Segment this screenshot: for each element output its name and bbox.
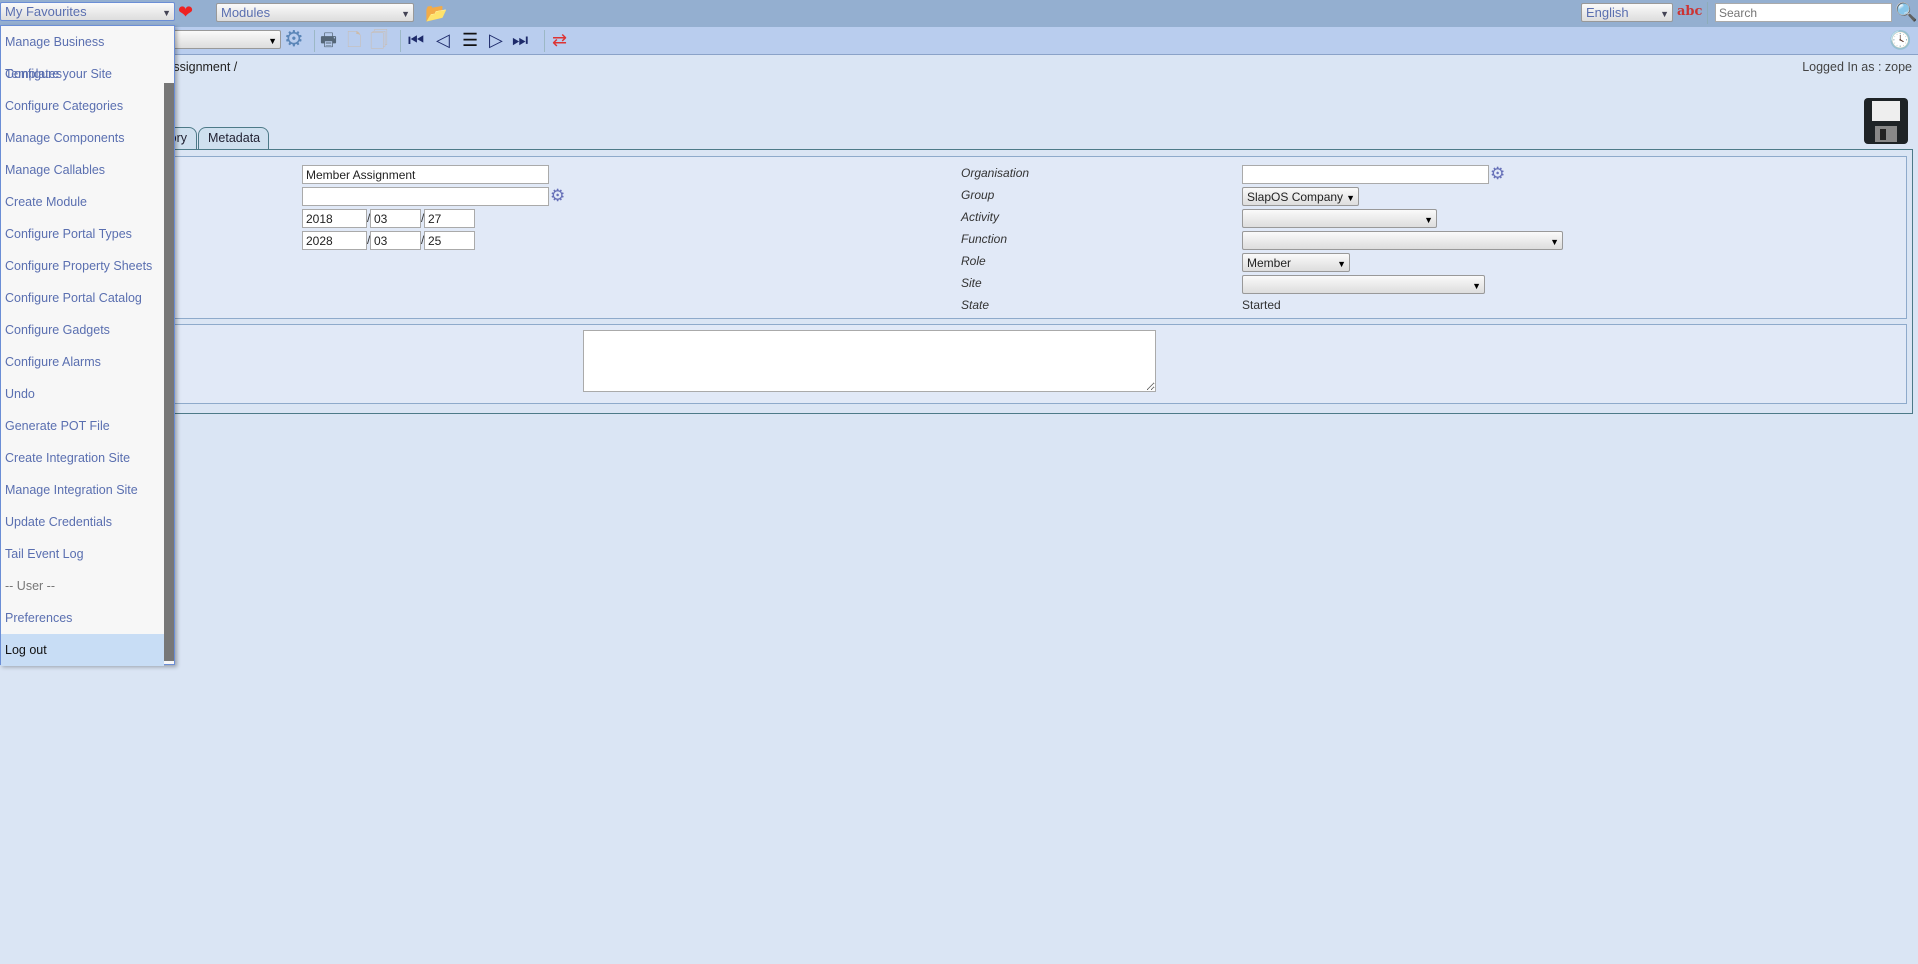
role-select[interactable]: Member <box>1242 253 1350 272</box>
modules-select[interactable]: Modules <box>216 3 414 22</box>
top-bar: Modules 📂 English abc 🔍 <box>0 0 1918 27</box>
first-icon[interactable]: ⏮ <box>408 30 424 50</box>
open-folder-icon[interactable]: 📂 <box>425 3 447 23</box>
group-select[interactable]: SlapOS Company <box>1242 187 1359 206</box>
favourites-menu-item[interactable]: Configure Portal Catalog <box>1 282 164 314</box>
favourites-menu-item[interactable]: Update Credentials <box>1 506 164 538</box>
gear-icon[interactable]: ⚙ <box>1490 164 1505 184</box>
favourites-menu-item[interactable]: Create Module <box>1 186 164 218</box>
stop-day-input[interactable] <box>424 231 475 250</box>
role-label: Role <box>961 254 986 268</box>
state-value: Started <box>1242 298 1281 312</box>
favourites-menu-item[interactable]: Manage Integration Site <box>1 474 164 506</box>
start-month-input[interactable] <box>370 209 421 228</box>
search-input[interactable] <box>1715 3 1892 22</box>
dropdown-scrollbar[interactable] <box>164 83 174 661</box>
favourites-menu-item[interactable]: Manage Components <box>1 122 164 154</box>
site-label: Site <box>961 276 982 290</box>
favourites-menu-item[interactable]: Create Integration Site <box>1 442 164 474</box>
save-icon[interactable] <box>1864 98 1908 144</box>
new-document-icon[interactable]: 🗋 <box>347 30 361 50</box>
clone-document-icon[interactable]: 🗍 <box>370 30 388 50</box>
title-input[interactable] <box>302 165 549 184</box>
tab-metadata[interactable]: Metadata <box>198 127 269 150</box>
favourites-menu-item[interactable]: Configure Categories <box>1 90 164 122</box>
favourites-menu-item[interactable]: Tail Event Log <box>1 538 164 570</box>
function-select[interactable] <box>1242 231 1563 250</box>
favourites-dropdown: Manage Business Templates Configure your … <box>0 25 175 666</box>
list-icon[interactable]: ☰ <box>462 30 478 50</box>
print-icon[interactable]: 🖶 <box>320 30 337 50</box>
organisation-input[interactable] <box>1242 165 1489 184</box>
favourites-menu-item[interactable]: Log out <box>1 634 164 666</box>
toolbar: Action... ⚙ 🖶 🗋 🗍 ⏮ ◁ ☰ ▷ ⏭ ⇄ 🕓 <box>0 27 1918 55</box>
history-clock-icon[interactable]: 🕓 <box>1889 30 1911 50</box>
start-day-input[interactable] <box>424 209 475 228</box>
activity-select[interactable] <box>1242 209 1437 228</box>
logged-in-label: Logged In as : zope <box>1802 60 1912 74</box>
favourites-menu-item[interactable]: Configure Portal Types <box>1 218 164 250</box>
favourites-menu-item[interactable]: Generate POT File <box>1 410 164 442</box>
favourites-menu-item[interactable]: Manage Business Templates <box>1 26 164 81</box>
description-textarea[interactable] <box>583 330 1156 392</box>
favourites-menu-item[interactable]: Configure Gadgets <box>1 314 164 346</box>
favourites-menu-item[interactable]: Undo <box>1 378 164 410</box>
spellcheck-icon[interactable]: abc <box>1677 2 1702 22</box>
start-year-input[interactable] <box>302 209 367 228</box>
favourites-menu-item[interactable]: Configure Alarms <box>1 346 164 378</box>
stop-month-input[interactable] <box>370 231 421 250</box>
organisation-label: Organisation <box>961 166 1030 180</box>
last-icon[interactable]: ⏭ <box>512 30 528 50</box>
favourites-menu-item[interactable]: Manage Callables <box>1 154 164 186</box>
favourites-menu-item: -- User -- <box>5 579 55 593</box>
reference-input[interactable] <box>302 187 549 206</box>
favourites-menu-item[interactable]: Configure Property Sheets <box>1 250 164 282</box>
activity-label: Activity <box>961 210 1000 224</box>
state-label: State <box>961 298 990 312</box>
export-icon[interactable]: ⇄ <box>552 30 567 50</box>
stop-year-input[interactable] <box>302 231 367 250</box>
previous-icon[interactable]: ◁ <box>436 30 450 50</box>
favourites-menu-item[interactable]: Preferences <box>1 602 164 634</box>
site-select[interactable] <box>1242 275 1485 294</box>
favourites-menu-item[interactable]: Configure your Site <box>1 58 164 90</box>
gear-icon[interactable]: ⚙ <box>550 186 565 206</box>
next-icon[interactable]: ▷ <box>489 30 503 50</box>
heart-icon[interactable]: ❤ <box>178 2 193 22</box>
fieldset-properties <box>6 156 1907 319</box>
function-label: Function <box>961 232 1008 246</box>
search-icon[interactable]: 🔍 <box>1895 2 1917 22</box>
breadcrumb[interactable]: Assignment / <box>165 60 237 74</box>
favourites-select[interactable]: My Favourites <box>0 2 175 21</box>
language-select[interactable]: English <box>1581 3 1673 22</box>
group-label: Group <box>961 188 995 202</box>
gear-icon[interactable]: ⚙ <box>284 28 304 50</box>
